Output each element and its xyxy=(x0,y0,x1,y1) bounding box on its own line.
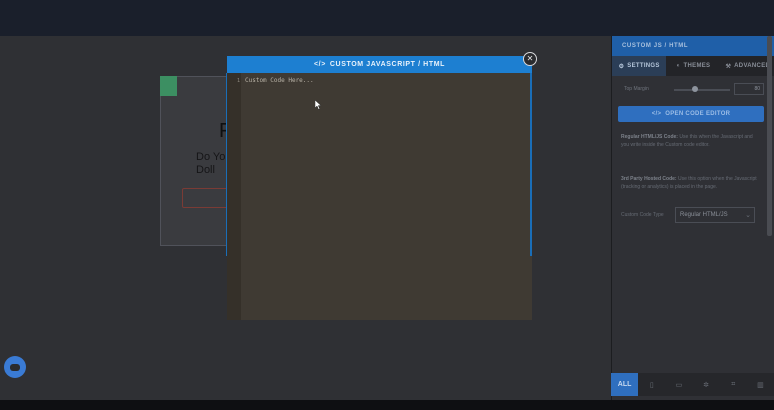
footer-mobile-icon[interactable]: ▯ xyxy=(638,381,665,389)
help-regular-code: Regular HTML/JS Code: Use this when the … xyxy=(621,133,761,149)
element-drag-handle[interactable] xyxy=(160,76,177,96)
top-margin-slider-handle[interactable] xyxy=(692,86,698,92)
code-type-value: Regular HTML/JS xyxy=(680,212,728,218)
tab-advanced-label: ADVANCED xyxy=(734,63,771,69)
chevron-down-icon: ⌄ xyxy=(745,212,751,219)
gear-icon: ⚙ xyxy=(618,63,625,70)
help-regular-title: Regular HTML/JS Code: xyxy=(621,134,678,140)
palette-icon: ◐ xyxy=(676,63,681,69)
panel-scrollbar[interactable] xyxy=(767,36,772,236)
modal-border-right xyxy=(530,73,532,256)
code-type-label: Custom Code Type xyxy=(621,212,664,218)
panel-header: CUSTOM JS / HTML xyxy=(612,36,774,56)
mouse-pointer-icon xyxy=(315,100,322,110)
top-margin-slider[interactable] xyxy=(674,89,730,91)
code-icon: </> xyxy=(651,111,662,117)
tab-settings[interactable]: ⚙ SETTINGS xyxy=(612,56,667,76)
code-editor[interactable]: 1 Custom Code Here... xyxy=(226,73,532,320)
custom-code-modal: </> CUSTOM JAVASCRIPT / HTML 1 Custom Co… xyxy=(226,56,532,320)
tab-themes[interactable]: ◐ THEMES xyxy=(666,56,720,76)
footer-trash-icon[interactable]: ▥ xyxy=(747,381,774,389)
panel-footer-toolbar: ALL ▯ ▭ ✲ ⌗ ▥ xyxy=(611,373,774,396)
open-code-editor-button[interactable]: </> OPEN CODE EDITOR xyxy=(618,106,764,122)
footer-settings-icon[interactable]: ✲ xyxy=(693,381,720,389)
code-placeholder[interactable]: Custom Code Here... xyxy=(245,77,314,84)
modal-title: CUSTOM JAVASCRIPT / HTML xyxy=(329,61,446,68)
bottom-strip xyxy=(0,400,774,410)
modal-header: </> CUSTOM JAVASCRIPT / HTML xyxy=(227,56,532,73)
tab-settings-label: SETTINGS xyxy=(627,63,660,69)
tab-advanced[interactable]: ⚒ ADVANCED xyxy=(721,56,774,76)
chat-support-icon[interactable] xyxy=(4,356,26,378)
footer-all-button[interactable]: ALL xyxy=(611,373,639,396)
top-margin-row: Top Margin 80 xyxy=(612,76,774,98)
panel-tabs: ⚙ SETTINGS ◐ THEMES ⚒ ADVANCED xyxy=(612,56,774,76)
code-icon: </> xyxy=(313,61,326,68)
top-navigation-bar xyxy=(0,0,774,36)
footer-layers-icon[interactable]: ⌗ xyxy=(720,381,747,389)
top-margin-label: Top Margin xyxy=(624,86,649,92)
wrench-icon: ⚒ xyxy=(725,63,732,70)
footer-comment-icon[interactable]: ▭ xyxy=(665,381,692,389)
tab-themes-label: THEMES xyxy=(683,63,711,69)
help-third-title: 3rd Party Hosted Code: xyxy=(621,176,677,182)
open-code-editor-label: OPEN CODE EDITOR xyxy=(665,111,731,117)
line-number-gutter: 1 xyxy=(227,73,241,320)
top-margin-input[interactable]: 80 xyxy=(734,83,764,95)
help-third-party-code: 3rd Party Hosted Code: Use this option w… xyxy=(621,175,761,191)
close-icon[interactable]: ✕ xyxy=(523,52,537,66)
code-type-select[interactable]: Regular HTML/JS ⌄ xyxy=(675,207,755,223)
line-number: 1 xyxy=(237,78,241,84)
